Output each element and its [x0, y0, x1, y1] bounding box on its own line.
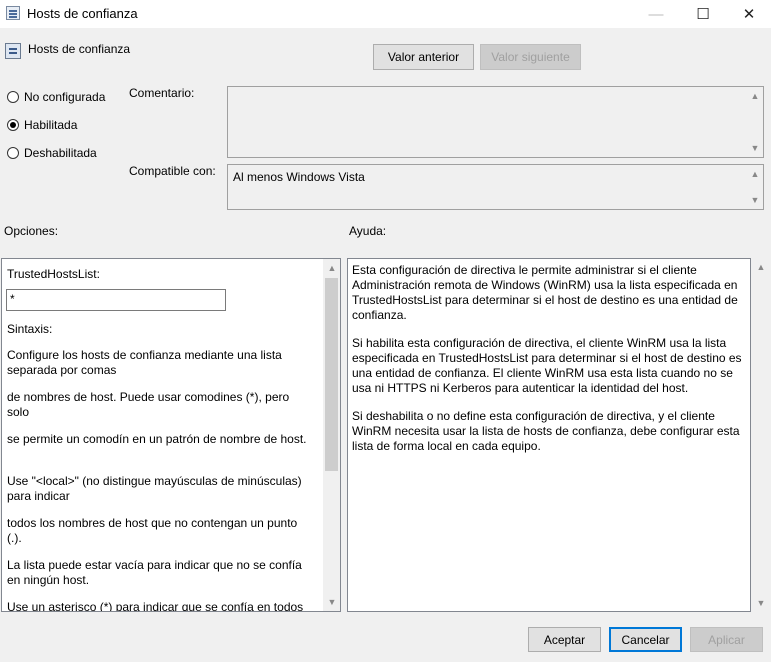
- radio-not-configured[interactable]: No configurada: [7, 90, 105, 104]
- options-panel: TrustedHostsList: * Sintaxis: Configure …: [1, 258, 341, 612]
- scroll-thumb[interactable]: [325, 278, 338, 471]
- scroll-up-icon[interactable]: ▲: [747, 167, 763, 181]
- minimize-button[interactable]: —: [633, 0, 679, 28]
- scroll-down-icon[interactable]: ▼: [747, 141, 763, 155]
- help-panel: Esta configuración de directiva le permi…: [347, 258, 751, 612]
- help-paragraph: Si deshabilita o no define esta configur…: [352, 409, 740, 453]
- options-label: Opciones:: [4, 224, 59, 238]
- scroll-down-icon[interactable]: ▼: [747, 193, 763, 207]
- help-line: La lista puede estar vacía para indicar …: [7, 558, 302, 587]
- help-paragraph: Si habilita esta configuración de direct…: [352, 336, 742, 395]
- trusted-hosts-input[interactable]: *: [6, 289, 226, 311]
- help-line: Use "<local>" (no distingue mayúsculas d…: [7, 474, 302, 503]
- radio-label: No configurada: [24, 90, 106, 104]
- syntax-line: Sintaxis:: [7, 322, 53, 336]
- title-bar: Hosts de confianza — ☐ ✕: [0, 0, 771, 28]
- help-line: Use un asterisco (*) para indicar que se…: [7, 600, 304, 612]
- comment-label: Comentario:: [129, 86, 195, 100]
- supported-field: Al menos Windows Vista ▲ ▼: [227, 164, 764, 210]
- radio-enabled[interactable]: Habilitada: [7, 118, 77, 132]
- radio-label: Habilitada: [24, 118, 78, 132]
- supported-label: Compatible con:: [129, 164, 216, 178]
- options-scrollbar[interactable]: ▲ ▼: [323, 259, 340, 611]
- previous-setting-button[interactable]: Valor anterior: [373, 44, 474, 70]
- trusted-hosts-label: TrustedHostsList:: [7, 267, 100, 281]
- help-label: Ayuda:: [349, 224, 387, 238]
- help-line: Configure los hosts de confianza mediant…: [7, 348, 282, 377]
- help-line: todos los nombres de host que no conteng…: [7, 516, 298, 545]
- comment-field[interactable]: ▲ ▼: [227, 86, 764, 158]
- scroll-down-icon[interactable]: ▼: [753, 596, 769, 610]
- help-text: Esta configuración de directiva le permi…: [352, 263, 744, 467]
- radio-circle[interactable]: [7, 91, 19, 103]
- radio-circle[interactable]: [7, 147, 19, 159]
- scroll-up-icon[interactable]: ▲: [324, 261, 340, 275]
- radio-disabled[interactable]: Deshabilitada: [7, 146, 97, 160]
- supported-value: Al menos Windows Vista: [233, 170, 365, 184]
- setting-icon: [5, 43, 21, 59]
- scroll-down-icon[interactable]: ▼: [324, 595, 340, 609]
- scroll-up-icon[interactable]: ▲: [747, 89, 763, 103]
- radio-circle-checked[interactable]: [7, 119, 19, 131]
- trusted-hosts-value[interactable]: *: [10, 292, 15, 306]
- close-button[interactable]: ✕: [726, 0, 771, 28]
- help-line: se permite un comodín en un patrón de no…: [7, 432, 307, 446]
- scroll-up-icon[interactable]: ▲: [753, 260, 769, 274]
- comment-scrollbar[interactable]: ▲ ▼: [747, 87, 763, 157]
- window-title: Hosts de confianza: [27, 6, 138, 21]
- radio-label: Deshabilitada: [24, 146, 97, 160]
- next-setting-button[interactable]: Valor siguiente: [480, 44, 581, 70]
- apply-button[interactable]: Aplicar: [690, 627, 763, 652]
- policy-icon: [6, 6, 20, 20]
- ok-button[interactable]: Aceptar: [528, 627, 601, 652]
- maximize-button[interactable]: ☐: [680, 0, 726, 28]
- help-scrollbar[interactable]: ▲ ▼: [753, 258, 769, 612]
- help-line: de nombres de host. Puede usar comodines…: [7, 390, 290, 419]
- help-paragraph: Esta configuración de directiva le permi…: [352, 263, 738, 322]
- setting-title: Hosts de confianza: [28, 42, 131, 56]
- cancel-button[interactable]: Cancelar: [609, 627, 682, 652]
- supported-scrollbar[interactable]: ▲ ▼: [747, 165, 763, 209]
